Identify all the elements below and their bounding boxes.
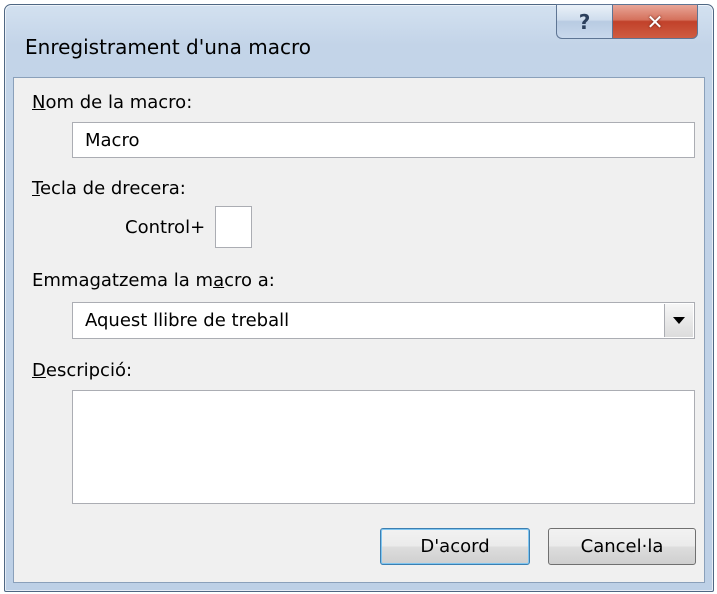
dropdown-arrow-button[interactable] [664, 304, 693, 337]
macro-name-label: Nom de la macro: [32, 92, 192, 113]
shortcut-accel: T [32, 178, 40, 199]
description-label-text: escripció: [45, 360, 133, 381]
dialog-title: Enregistrament d'una macro [25, 35, 311, 59]
title-buttons: ? ✕ [556, 4, 698, 40]
shortcut-label: Tecla de drecera: [32, 178, 186, 199]
store-in-dropdown[interactable]: Aquest llibre de treball [72, 302, 695, 339]
description-label: Descripció: [32, 360, 132, 381]
close-icon: ✕ [646, 9, 664, 34]
help-button[interactable]: ? [556, 4, 612, 39]
help-icon: ? [578, 9, 591, 34]
store-in-selected: Aquest llibre de treball [85, 310, 290, 331]
store-in-label-after: cro a: [224, 270, 275, 291]
macro-name-input[interactable]: Macro [72, 122, 695, 158]
description-accel: D [32, 360, 46, 381]
dialog-body: Nom de la macro: Macro Tecla de drecera:… [13, 77, 705, 583]
store-in-label: Emmagatzema la macro a: [32, 270, 275, 291]
chevron-down-icon [673, 316, 685, 324]
description-textarea[interactable] [72, 390, 695, 504]
shortcut-key-input[interactable] [215, 206, 252, 248]
shortcut-label-text: ecla de drecera: [39, 178, 186, 199]
macro-name-label-text: om de la macro: [45, 92, 193, 113]
store-in-label-before: Emmagatzema la m [32, 270, 214, 291]
macro-name-value: Macro [85, 129, 140, 151]
control-plus-label: Control+ [125, 217, 206, 238]
store-in-accel: a [213, 270, 225, 291]
close-button[interactable]: ✕ [612, 4, 698, 39]
ok-button[interactable]: D'acord [380, 528, 530, 565]
record-macro-dialog: Enregistrament d'una macro ? ✕ Nom de la… [4, 4, 714, 592]
macro-name-accel: N [32, 92, 46, 113]
title-bar[interactable]: Enregistrament d'una macro ? ✕ [5, 4, 713, 75]
cancel-button[interactable]: Cancel·la [548, 528, 696, 565]
